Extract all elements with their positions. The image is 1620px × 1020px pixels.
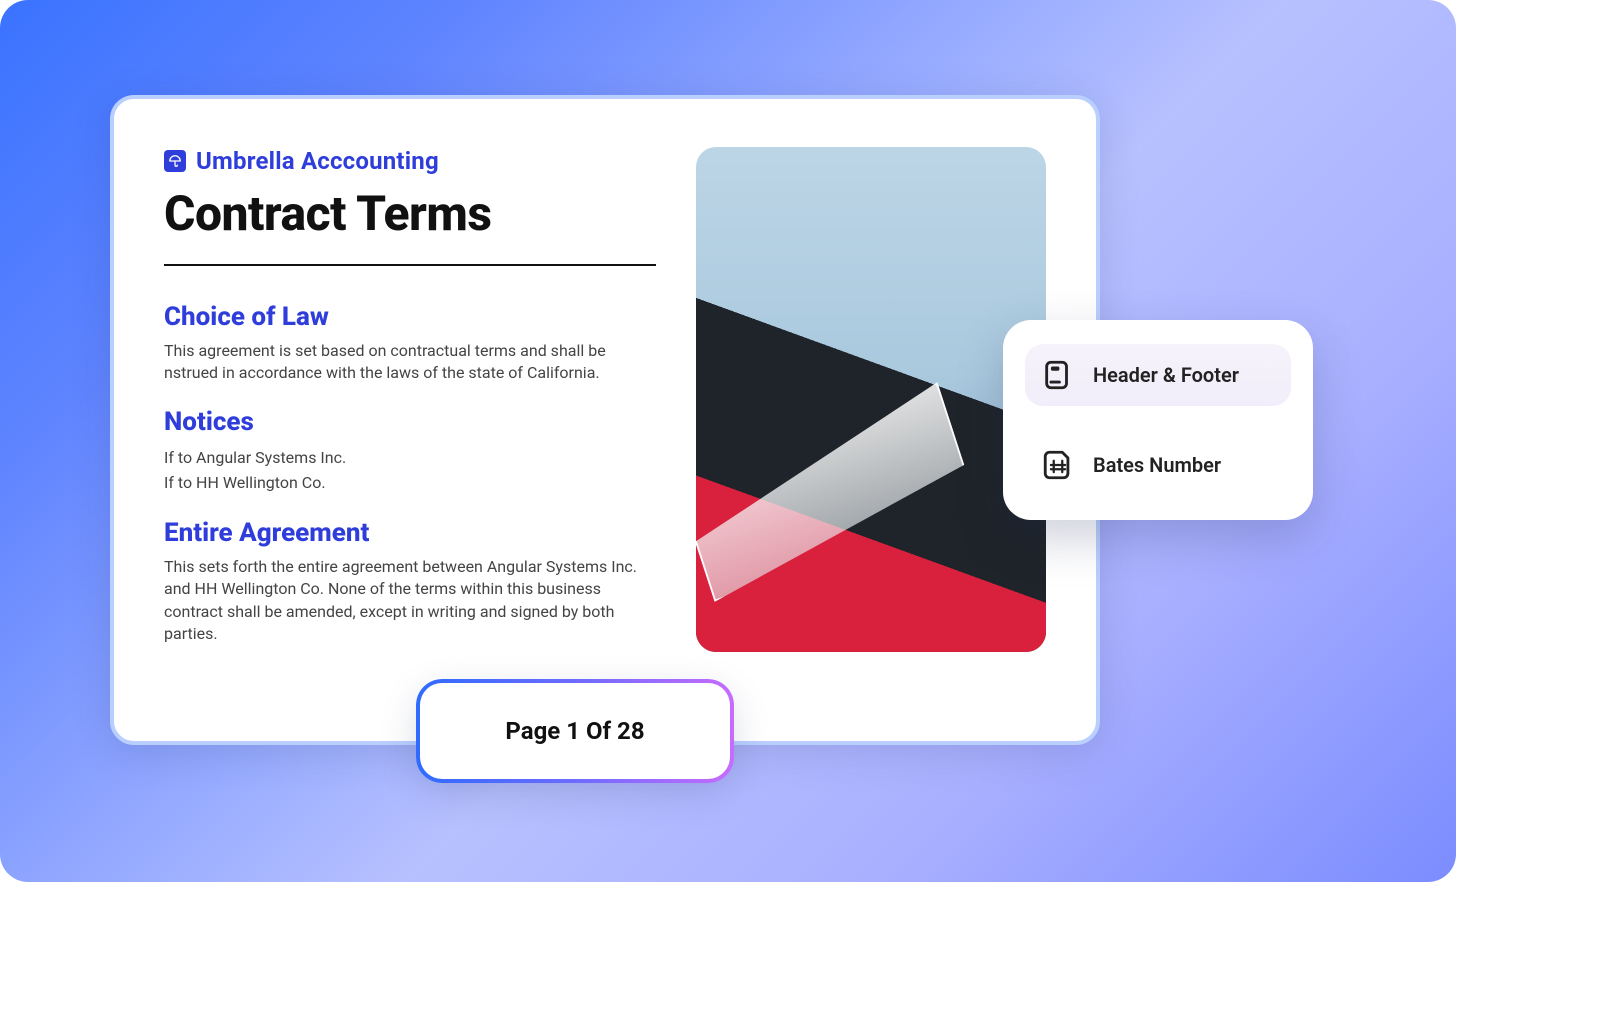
header-footer-icon — [1041, 358, 1075, 392]
section-heading-notices: Notices — [164, 407, 656, 437]
notice-line-1: If to Angular Systems Inc. — [164, 445, 656, 471]
document-card: Umbrella Acccounting Contract Terms Choi… — [110, 95, 1100, 745]
section-heading-entire-agreement: Entire Agreement — [164, 518, 656, 548]
menu-item-label: Bates Number — [1093, 453, 1221, 477]
brand-row: Umbrella Acccounting — [164, 147, 656, 175]
page-indicator-label: Page 1 Of 28 — [505, 717, 644, 745]
brand-name: Umbrella Acccounting — [196, 147, 439, 175]
tools-menu: Header & Footer Bates Number — [1003, 320, 1313, 520]
menu-item-label: Header & Footer — [1093, 363, 1239, 387]
section-heading-choice-of-law: Choice of Law — [164, 302, 656, 332]
stage-background: Umbrella Acccounting Contract Terms Choi… — [0, 0, 1456, 882]
section-body-entire-agreement: This sets forth the entire agreement bet… — [164, 556, 656, 646]
section-body-choice-of-law: This agreement is set based on contractu… — [164, 340, 656, 385]
document-hero-image — [696, 147, 1046, 652]
menu-item-header-footer[interactable]: Header & Footer — [1025, 344, 1291, 406]
document-text-column: Umbrella Acccounting Contract Terms Choi… — [164, 147, 656, 691]
menu-item-bates-number[interactable]: Bates Number — [1025, 434, 1291, 496]
page-indicator[interactable]: Page 1 Of 28 — [420, 683, 730, 779]
document-title: Contract Terms — [164, 185, 656, 266]
umbrella-icon — [164, 150, 186, 172]
notice-line-2: If to HH Wellington Co. — [164, 470, 656, 496]
bates-number-icon — [1041, 448, 1075, 482]
